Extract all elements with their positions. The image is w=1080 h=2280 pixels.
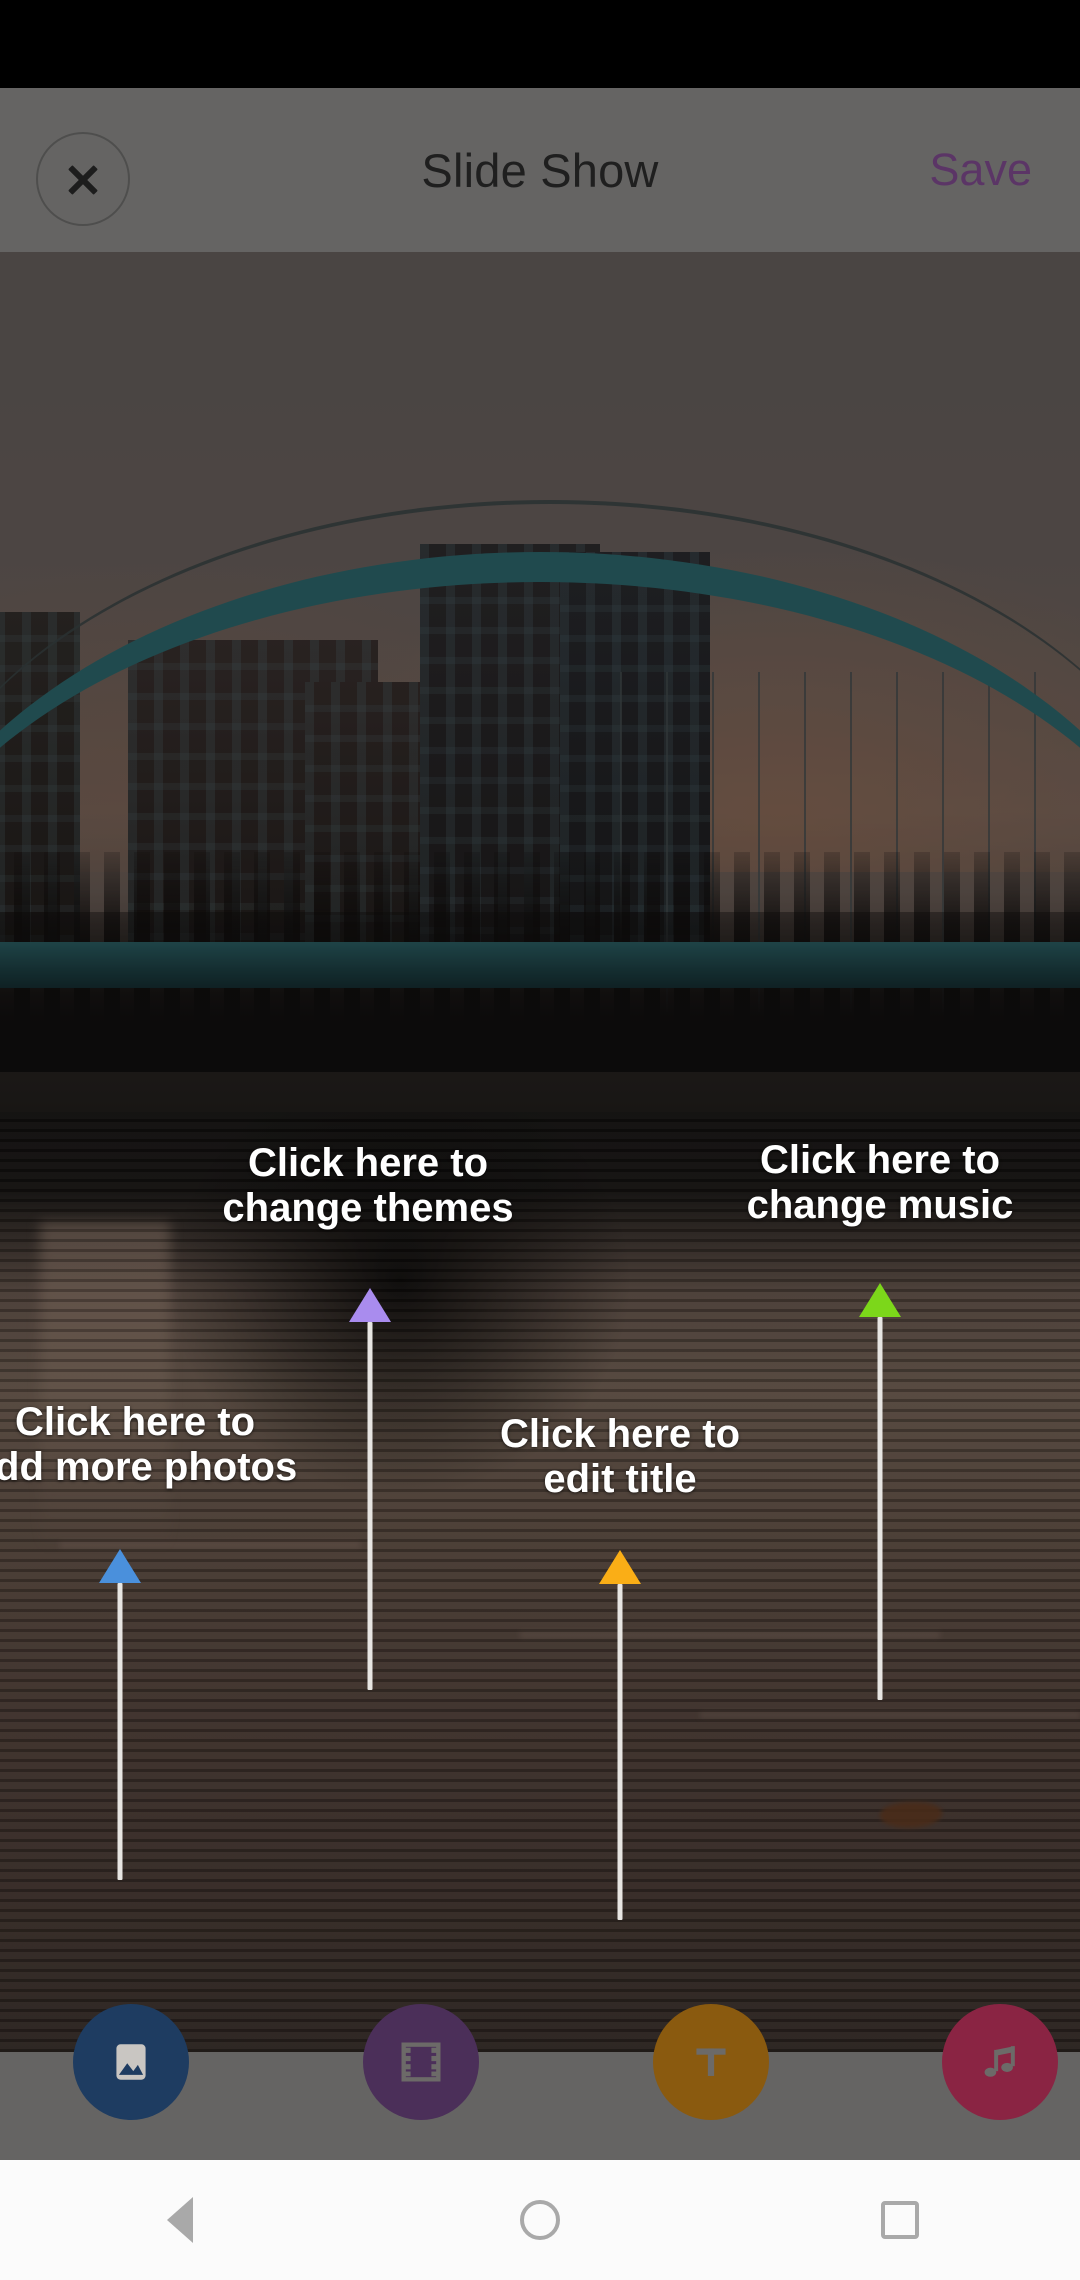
- photo-dim-scrim: [0, 252, 1080, 2052]
- nav-home-button[interactable]: [460, 2160, 620, 2280]
- back-triangle-icon: [167, 2197, 193, 2243]
- phone-screen: Slide Show Save Click here to add more p…: [0, 0, 1080, 2280]
- music-tool-button[interactable]: [942, 2004, 1058, 2120]
- page-title: Slide Show: [421, 143, 659, 197]
- music-note-icon: [984, 2046, 1015, 2077]
- image-icon: [116, 2044, 146, 2080]
- editor-toolbar: [0, 1964, 1080, 2160]
- save-button[interactable]: Save: [929, 88, 1032, 252]
- text-tool-button[interactable]: [653, 2004, 769, 2120]
- theme-tool-button[interactable]: [363, 2004, 479, 2120]
- nav-back-button[interactable]: [100, 2160, 260, 2280]
- app-bar: Slide Show Save: [0, 88, 1080, 252]
- nav-recents-button[interactable]: [820, 2160, 980, 2280]
- android-navigation-bar: [0, 2160, 1080, 2280]
- recents-square-icon: [881, 2201, 919, 2239]
- status-bar: [0, 0, 1080, 88]
- slideshow-preview-stage[interactable]: [0, 88, 1080, 2160]
- home-circle-icon: [520, 2200, 560, 2240]
- photo-tool-button[interactable]: [73, 2004, 189, 2120]
- text-t-icon: [696, 2048, 726, 2076]
- film-icon: [401, 2042, 441, 2082]
- slideshow-photo[interactable]: [0, 252, 1080, 2052]
